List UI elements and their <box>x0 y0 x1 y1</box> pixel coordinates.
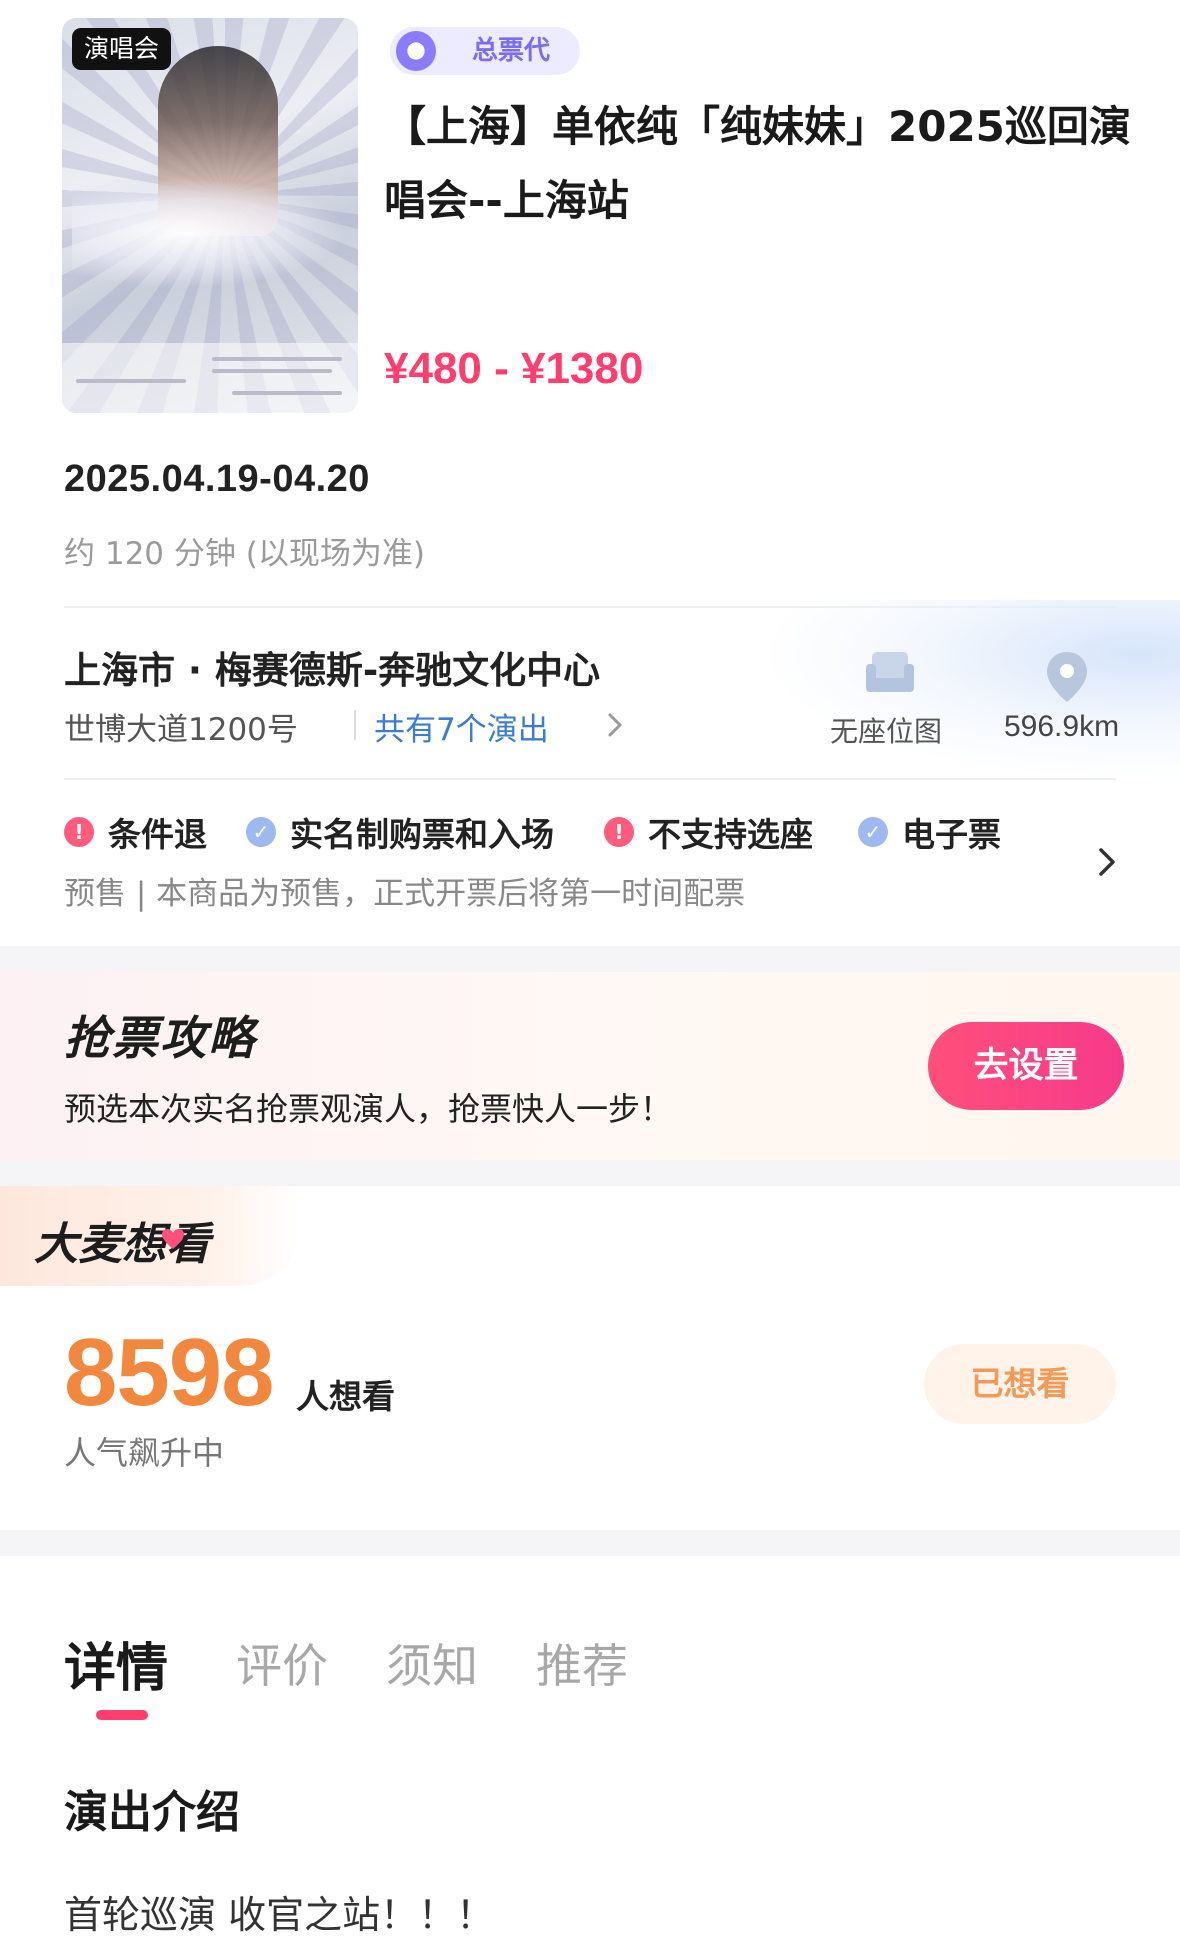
section-gap <box>0 1530 1180 1556</box>
chevron-right-icon[interactable] <box>600 710 630 740</box>
event-duration: 约 120 分钟 (以现场为准) <box>64 536 425 572</box>
distance-label[interactable]: 596.9km <box>1004 710 1119 744</box>
tab-notice[interactable]: 须知 <box>386 1630 478 1696</box>
agent-badge-label: 总票代 <box>472 36 551 66</box>
poster-title-art <box>72 178 348 288</box>
chevron-right-icon[interactable] <box>1092 842 1122 882</box>
venue-name[interactable]: 上海市 · 梅赛德斯-奔驰文化中心 <box>64 640 600 694</box>
category-badge: 演唱会 <box>72 28 172 70</box>
heart-icon <box>162 1229 184 1249</box>
intro-text: 首轮巡演 收官之站！！！ <box>64 1893 495 1937</box>
shows-link[interactable]: 共有7个演出 <box>374 704 549 749</box>
divider <box>64 778 1116 780</box>
separator <box>354 710 356 740</box>
strategy-title: 抢票攻略 <box>64 1011 256 1065</box>
tab-reviews[interactable]: 评价 <box>236 1630 328 1696</box>
seat-map-label[interactable]: 无座位图 <box>830 710 942 750</box>
warning-icon: ! <box>64 817 94 847</box>
agent-logo-icon <box>396 31 436 71</box>
event-date: 2025.04.19-04.20 <box>64 458 370 500</box>
price-range: ¥480 - ¥1380 <box>384 344 644 393</box>
venue-background <box>760 600 1180 780</box>
tag-real-name[interactable]: ✓ 实名制购票和入场 <box>246 812 554 854</box>
poster-footer <box>62 343 358 413</box>
section-gap <box>0 1160 1180 1186</box>
go-setup-button[interactable]: 去设置 <box>928 1022 1124 1110</box>
tag-label: 电子票 <box>902 815 1001 854</box>
tab-indicator <box>96 1710 148 1720</box>
seat-map-icon[interactable] <box>862 648 918 698</box>
want-count-suffix: 人想看 <box>296 1377 395 1416</box>
event-poster[interactable] <box>62 18 358 413</box>
popularity-trend: 人气飙升中 <box>64 1434 225 1472</box>
tag-label: 条件退 <box>108 815 207 854</box>
tab-details[interactable]: 详情 <box>64 1626 168 1701</box>
poster-text-line <box>232 391 342 395</box>
tag-seat-selection[interactable]: ! 不支持选座 <box>604 812 813 854</box>
agent-badge: 总票代 <box>390 27 580 75</box>
tag-label: 不支持选座 <box>648 815 813 854</box>
presale-note: 预售 | 本商品为预售，正式开票后将第一时间配票 <box>64 876 746 912</box>
section-gap <box>0 946 1180 972</box>
location-pin-icon[interactable] <box>1044 650 1090 704</box>
tab-recommend[interactable]: 推荐 <box>536 1630 628 1696</box>
tag-label: 实名制购票和入场 <box>290 815 554 854</box>
section-title: 演出介绍 <box>64 1787 240 1838</box>
check-icon: ✓ <box>246 817 276 847</box>
poster-text-line <box>212 369 332 373</box>
poster-text-line <box>212 357 342 361</box>
tag-e-ticket[interactable]: ✓ 电子票 <box>858 812 1001 854</box>
wanted-button[interactable]: 已想看 <box>924 1344 1116 1424</box>
venue-address[interactable]: 世博大道1200号 <box>64 704 298 749</box>
tag-refund[interactable]: ! 条件退 <box>64 812 207 854</box>
poster-sponsor-line <box>76 379 186 383</box>
want-count: 8598 <box>64 1319 275 1426</box>
warning-icon: ! <box>604 817 634 847</box>
check-icon: ✓ <box>858 817 888 847</box>
strategy-description: 预选本次实名抢票观演人，抢票快人一步！ <box>64 1090 673 1128</box>
event-title: 【上海】单依纯「纯妹妹」2025巡回演唱会--上海站 <box>384 102 1131 225</box>
